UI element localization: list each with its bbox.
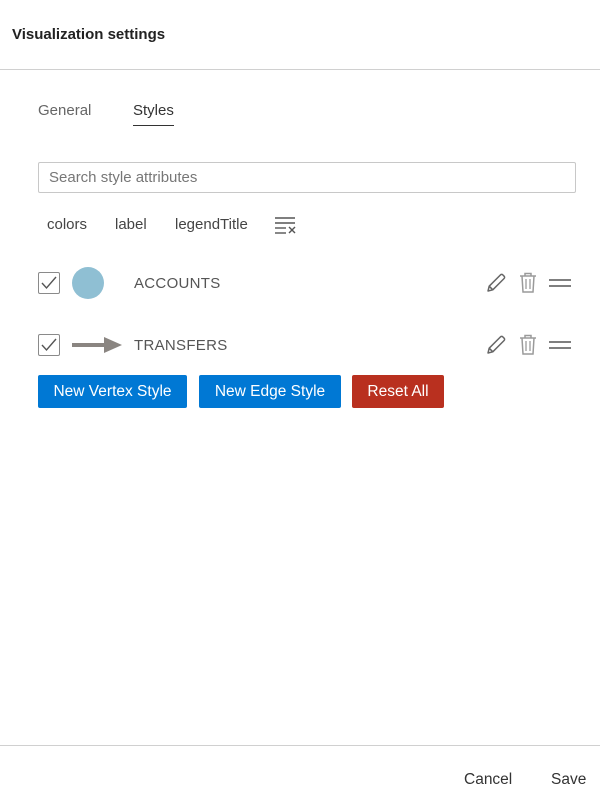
trash-icon[interactable] (518, 333, 538, 362)
style-label-accounts: ACCOUNTS (134, 275, 221, 292)
edge-arrow-swatch (72, 337, 122, 353)
tab-styles[interactable]: Styles (133, 102, 174, 126)
clear-list-icon[interactable] (273, 213, 299, 237)
attribute-label[interactable]: label (115, 216, 147, 233)
style-label-transfers: TRANSFERS (134, 337, 228, 354)
dialog-footer: Cancel Save (0, 745, 600, 802)
style-checkbox-transfers[interactable] (38, 334, 60, 356)
reset-all-button[interactable]: Reset All (352, 375, 444, 408)
attribute-colors[interactable]: colors (47, 216, 87, 233)
attribute-legend-title[interactable]: legendTitle (175, 216, 248, 233)
search-style-attributes-input[interactable] (38, 162, 576, 193)
save-button[interactable]: Save (551, 771, 586, 789)
style-row-transfers: TRANSFERS (38, 329, 578, 363)
drag-handle-icon[interactable] (548, 338, 572, 357)
tab-general[interactable]: General (38, 102, 91, 125)
cancel-button[interactable]: Cancel (464, 771, 512, 789)
dialog-header: Visualization settings (0, 0, 600, 70)
pencil-icon[interactable] (484, 333, 508, 362)
vertex-color-swatch (72, 267, 104, 299)
dialog-title: Visualization settings (12, 26, 166, 43)
new-vertex-style-button[interactable]: New Vertex Style (38, 375, 187, 408)
trash-icon[interactable] (518, 271, 538, 300)
style-checkbox-accounts[interactable] (38, 272, 60, 294)
style-row-accounts: ACCOUNTS (38, 267, 578, 301)
new-edge-style-button[interactable]: New Edge Style (199, 375, 341, 408)
pencil-icon[interactable] (484, 271, 508, 300)
drag-handle-icon[interactable] (548, 276, 572, 295)
